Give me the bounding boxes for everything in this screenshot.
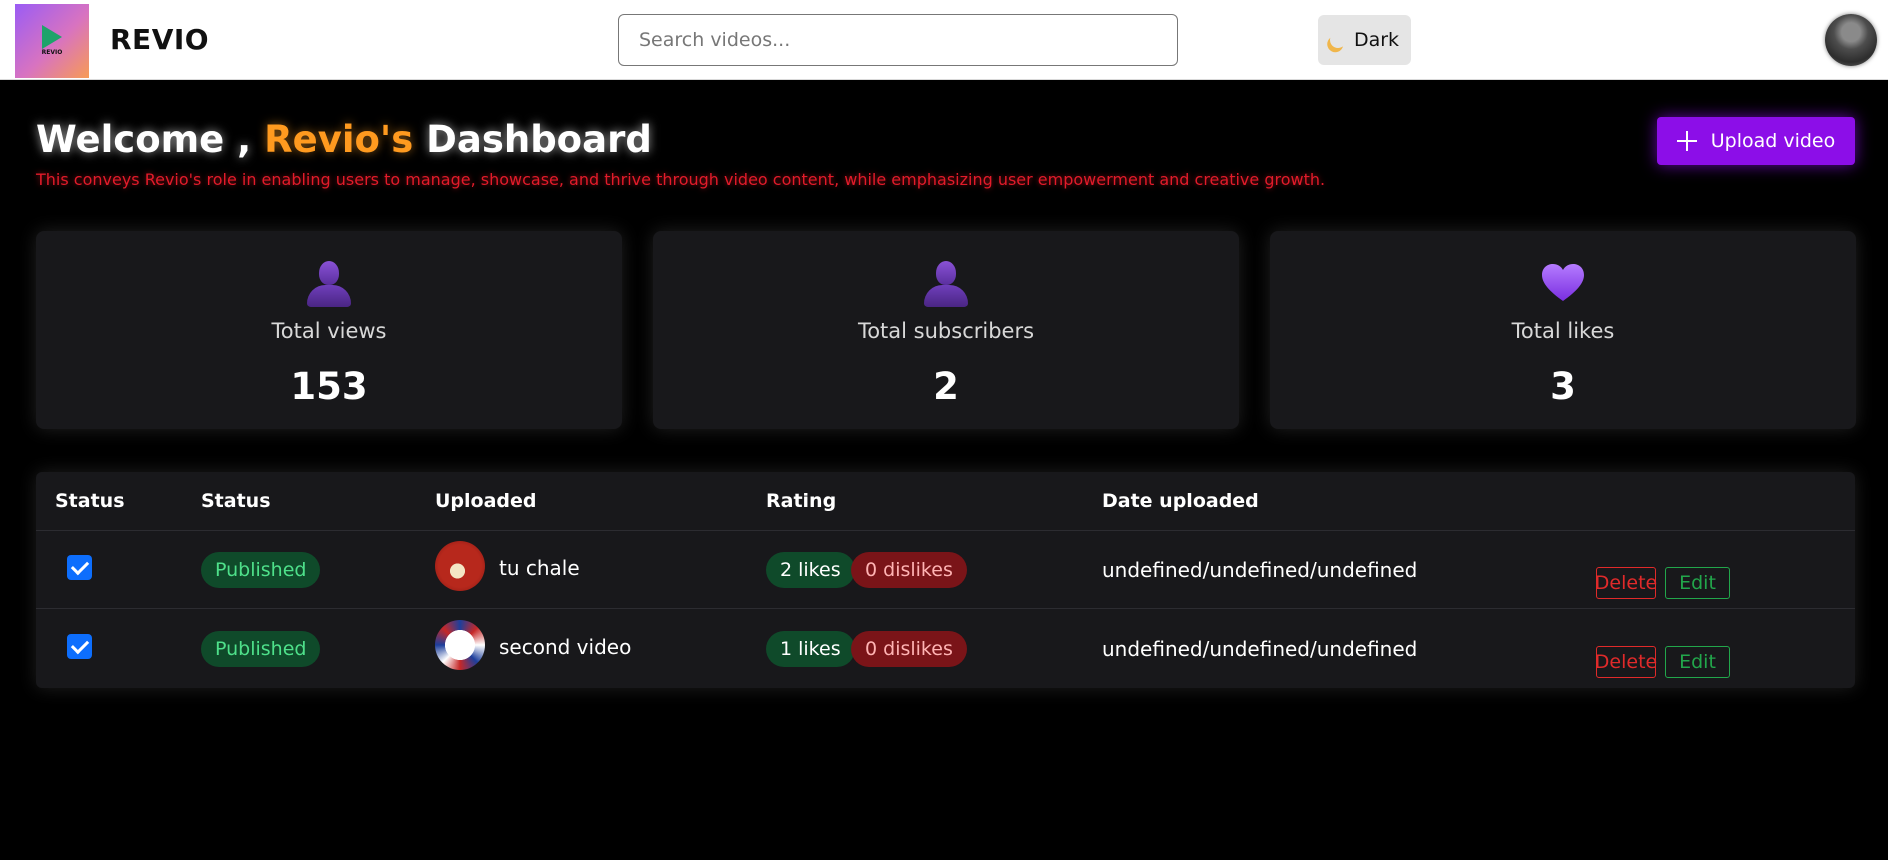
- moon-icon: [1328, 30, 1349, 51]
- video-title[interactable]: tu chale: [499, 556, 580, 580]
- play-logo-icon: REVIO: [32, 21, 72, 61]
- dislikes-badge: 0 dislikes: [851, 631, 967, 667]
- theme-toggle-button[interactable]: Dark: [1318, 15, 1411, 65]
- title-prefix: Welcome ,: [36, 118, 252, 161]
- user-icon: [924, 261, 968, 307]
- top-navbar: REVIO REVIO Dark: [0, 0, 1888, 80]
- stat-label: Total likes: [1511, 319, 1615, 343]
- page-title: Welcome , Revio's Dashboard: [36, 118, 652, 161]
- delete-button[interactable]: Delete: [1595, 567, 1657, 599]
- status-badge: Published: [201, 631, 321, 667]
- delete-button[interactable]: Delete: [1595, 646, 1657, 678]
- likes-badge: 2 likes: [766, 552, 855, 588]
- stat-label: Total subscribers: [857, 319, 1035, 343]
- likes-badge: 1 likes: [766, 631, 855, 667]
- video-title[interactable]: second video: [499, 635, 631, 659]
- column-header-status: Status: [55, 490, 125, 512]
- plus-icon: [1676, 131, 1697, 151]
- column-header-date-uploaded: Date uploaded: [1102, 490, 1259, 512]
- edit-button[interactable]: Edit: [1665, 646, 1730, 678]
- title-accent: Revio's: [264, 118, 414, 161]
- row-divider: [36, 530, 1855, 531]
- row-select-checkbox[interactable]: [67, 634, 92, 659]
- stat-value: 153: [290, 365, 368, 408]
- status-badge: Published: [201, 552, 321, 588]
- row-select-checkbox[interactable]: [67, 555, 92, 580]
- stat-card-views: Total views 153: [36, 231, 622, 429]
- logo-text: REVIO: [41, 49, 63, 56]
- stat-card-likes: Total likes 3: [1270, 231, 1856, 429]
- stat-label: Total views: [271, 319, 387, 343]
- stat-card-subscribers: Total subscribers 2: [653, 231, 1239, 429]
- videos-table: Status Status Uploaded Rating Date uploa…: [36, 472, 1855, 688]
- heart-icon: [1542, 264, 1584, 301]
- column-header-status: Status: [201, 490, 271, 512]
- theme-toggle-label: Dark: [1353, 29, 1400, 51]
- edit-button[interactable]: Edit: [1665, 567, 1730, 599]
- upload-date: undefined/undefined/undefined: [1102, 558, 1418, 582]
- stat-value: 2: [933, 365, 959, 408]
- column-header-uploaded: Uploaded: [435, 490, 537, 512]
- column-header-rating: Rating: [766, 490, 837, 512]
- user-avatar[interactable]: [1825, 14, 1877, 66]
- stat-value: 3: [1550, 365, 1576, 408]
- row-divider: [36, 608, 1855, 609]
- video-thumbnail[interactable]: [435, 620, 485, 670]
- title-suffix: Dashboard: [426, 118, 652, 161]
- upload-date: undefined/undefined/undefined: [1102, 637, 1418, 661]
- brand-name[interactable]: REVIO: [110, 23, 209, 56]
- page-subtitle: This conveys Revio's role in enabling us…: [36, 170, 1326, 189]
- upload-video-button[interactable]: Upload video: [1657, 117, 1855, 165]
- upload-video-label: Upload video: [1710, 130, 1836, 152]
- search-input[interactable]: [618, 14, 1178, 66]
- dislikes-badge: 0 dislikes: [851, 552, 967, 588]
- video-thumbnail[interactable]: [435, 541, 485, 591]
- user-icon: [307, 261, 351, 307]
- revio-logo[interactable]: REVIO: [15, 4, 89, 78]
